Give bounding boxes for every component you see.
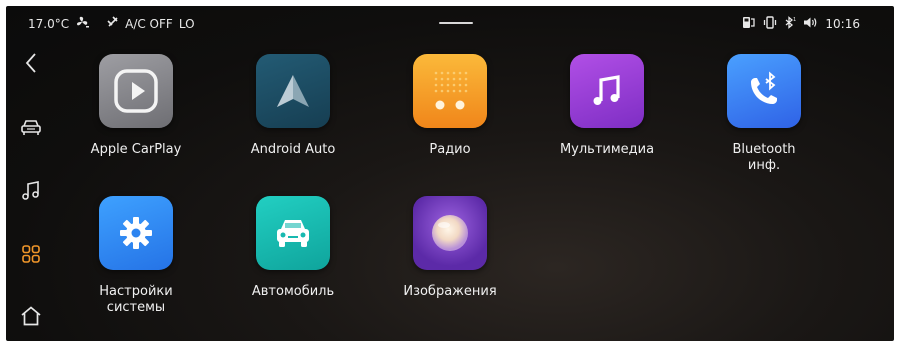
home-icon [20,306,42,330]
climate-status[interactable]: 17.0°C A/C OFF LO [28,16,195,31]
sidebar-item-music[interactable] [18,180,44,206]
volume-icon [803,16,818,32]
back-button[interactable] [18,52,44,78]
temperature-text: 17.0°C [28,16,70,31]
sidebar-item-home[interactable] [18,305,44,331]
fan-icon [75,16,90,31]
music-icon [21,181,41,205]
ac-icon [107,16,119,31]
back-icon [24,52,38,78]
vibrate-icon [763,16,777,32]
settings-gear-icon [99,196,173,270]
app-label: Мультимедиа [559,142,655,157]
apps-grid-icon [22,245,40,267]
fuel-phone-icon [742,16,756,32]
svg-text:1: 1 [793,17,796,23]
app-label: Настройки системы [99,284,173,315]
sidebar [6,40,58,340]
fan-level-text: LO [178,16,195,31]
app-label: Изображения [403,284,497,299]
app-multimedia[interactable]: Мультимедиа [537,54,677,158]
app-bluetooth-info[interactable]: Bluetooth инф. [694,54,834,174]
clock-text: 10:16 [825,17,860,31]
sidebar-item-apps[interactable] [18,243,44,269]
gallery-icon [413,196,487,270]
android-auto-icon [256,54,330,128]
app-label: Bluetooth инф. [732,142,796,173]
app-system-settings[interactable]: Настройки системы [66,196,206,316]
ac-status-text: A/C OFF [125,16,173,31]
music-note-icon [570,54,644,128]
sidebar-item-car[interactable] [18,116,44,142]
app-android-auto[interactable]: Android Auto [223,54,363,158]
bluetooth-phone-icon [727,54,801,128]
system-status: 1 10:16 [742,16,860,32]
app-label: Apple CarPlay [90,142,182,157]
drag-handle[interactable] [439,22,473,24]
screen: 17.0°C A/C OFF LO 1 10:16 Apple CarPlay … [6,6,894,341]
carplay-icon [99,54,173,128]
app-label: Android Auto [250,142,336,157]
app-apple-carplay[interactable]: Apple CarPlay [66,54,206,158]
car-front-icon [256,196,330,270]
status-bar: 17.0°C A/C OFF LO 1 10:16 [6,6,894,40]
app-radio[interactable]: Радио [380,54,520,158]
bluetooth-icon: 1 [784,16,797,32]
app-vehicle[interactable]: Автомобиль [223,196,363,300]
app-label: Автомобиль [251,284,335,299]
app-images[interactable]: Изображения [380,196,520,300]
app-label: Радио [429,142,471,157]
radio-icon [413,54,487,128]
car-icon [20,118,42,140]
